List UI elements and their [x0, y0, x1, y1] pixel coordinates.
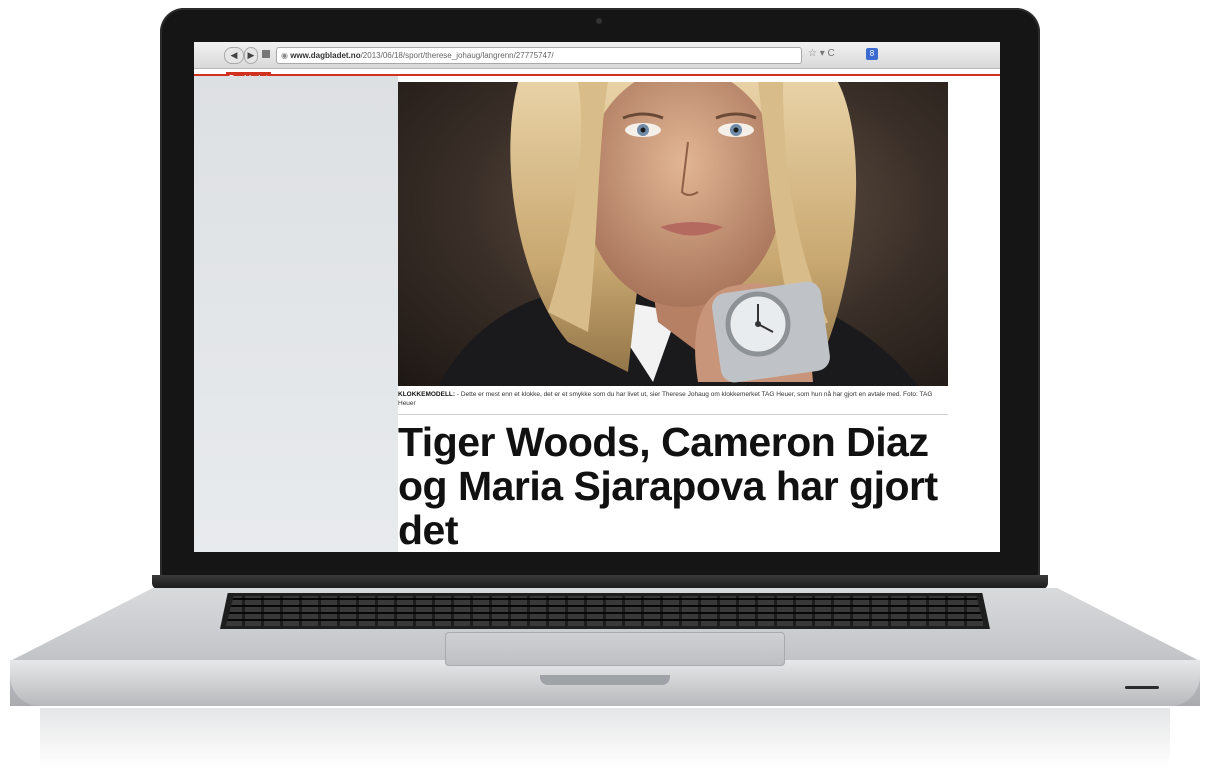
grid-icon[interactable] [262, 50, 270, 58]
caption-lead: KLOKKEMODELL: [398, 391, 456, 398]
keyboard-keys [226, 596, 984, 626]
addon-icon[interactable]: 8 [866, 48, 878, 60]
article-headline[interactable]: Tiger Woods, Cameron Diaz og Maria Sjara… [398, 420, 958, 552]
lid-notch [540, 675, 670, 685]
sidebar [194, 76, 398, 552]
laptop-hinge [152, 575, 1048, 589]
reflection [40, 708, 1170, 768]
screen: ◀ ▶ ◉ www.dagbladet.no/2013/06/18/sport/… [194, 42, 1000, 552]
back-button[interactable]: ◀ [224, 47, 244, 64]
browser-toolbar: ◀ ▶ ◉ www.dagbladet.no/2013/06/18/sport/… [194, 42, 1000, 69]
trackpad [445, 632, 785, 666]
forward-button[interactable]: ▶ [244, 47, 258, 64]
sleep-led [1125, 686, 1159, 689]
address-bar[interactable]: ◉ www.dagbladet.no/2013/06/18/sport/ther… [276, 47, 802, 64]
camera-icon [596, 18, 602, 24]
url-actions[interactable]: ☆ ▾ C [808, 48, 835, 59]
url-path: /2013/06/18/sport/therese_johaug/langren… [360, 51, 554, 60]
portrait-illustration [438, 82, 918, 386]
article-photo[interactable] [398, 82, 948, 386]
divider [398, 414, 948, 415]
photo-caption: KLOKKEMODELL: - Dette er mest enn et klo… [398, 390, 948, 408]
caption-text: - Dette er mest enn et klokke, det er et… [398, 391, 933, 407]
globe-icon: ◉ [281, 51, 291, 60]
url-domain: www.dagbladet.no [290, 51, 361, 60]
